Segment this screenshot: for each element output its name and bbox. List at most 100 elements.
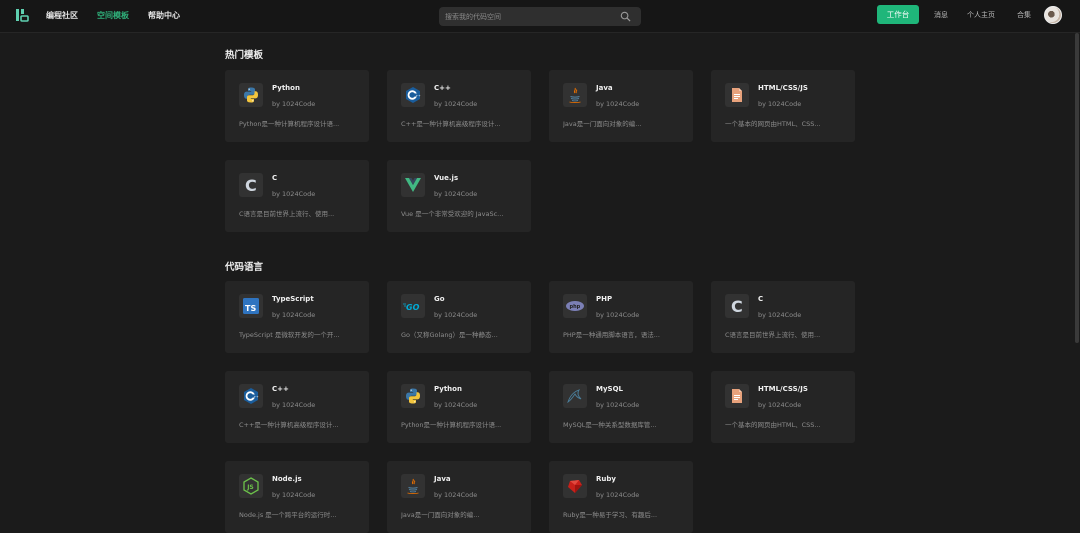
template-name: C <box>758 295 764 303</box>
template-description: Python是一种计算机程序设计语... <box>239 120 340 128</box>
template-card[interactable]: Java by 1024Code Java是一门面向对象的编... <box>387 461 531 533</box>
template-name: C++ <box>434 84 451 92</box>
template-name: Java <box>596 84 613 92</box>
typescript-icon: TS <box>239 294 263 318</box>
nav-item-templates[interactable]: 空间模板 <box>97 10 129 21</box>
profile-link[interactable]: 个人主页 <box>967 10 995 20</box>
section-title-languages: 代码语言 <box>225 262 264 273</box>
template-description: C语言是目前世界上流行、使用... <box>239 210 335 218</box>
template-author: by 1024Code <box>434 190 478 198</box>
template-name: Go <box>434 295 445 303</box>
template-author: by 1024Code <box>272 311 316 319</box>
template-description: C语言是目前世界上流行、使用... <box>725 331 821 339</box>
avatar[interactable] <box>1044 6 1062 24</box>
template-author: by 1024Code <box>272 190 316 198</box>
template-author: by 1024Code <box>596 311 640 319</box>
search-icon[interactable] <box>620 11 631 22</box>
template-description: Ruby是一种易于学习、有趣后... <box>563 511 658 519</box>
collection-link[interactable]: 合集 <box>1017 10 1031 20</box>
template-author: by 1024Code <box>434 100 478 108</box>
logo-icon[interactable] <box>15 8 29 22</box>
svg-text:++: ++ <box>416 93 422 97</box>
template-description: Python是一种计算机程序设计语... <box>401 421 502 429</box>
template-card[interactable]: php PHP by 1024Code PHP是一种通用脚本语言，语法... <box>549 281 693 353</box>
page-scrollbar[interactable] <box>1074 33 1080 522</box>
mysql-icon <box>563 384 587 408</box>
template-card[interactable]: Vue.js by 1024Code Vue 是一个非常受欢迎的 JavaSc... <box>387 160 531 232</box>
svg-text:C: C <box>731 297 743 316</box>
template-card[interactable]: HTML/CSS/JS by 1024Code 一个基本的网页由HTML、CSS..… <box>711 371 855 443</box>
template-name: Ruby <box>596 475 616 483</box>
template-author: by 1024Code <box>272 401 316 409</box>
template-card[interactable]: TS TypeScript by 1024Code TypeScript 是微软开发的… <box>225 281 369 353</box>
c-icon: C <box>725 294 749 318</box>
template-name: MySQL <box>596 385 623 393</box>
template-name: Python <box>434 385 462 393</box>
html-icon <box>725 384 749 408</box>
template-author: by 1024Code <box>434 491 478 499</box>
svg-text:JS: JS <box>246 484 254 491</box>
template-card[interactable]: HTML/CSS/JS by 1024Code 一个基本的网页由HTML、CSS..… <box>711 70 855 142</box>
template-name: TypeScript <box>272 295 314 303</box>
template-description: MySQL是一种关系型数据库管... <box>563 421 657 429</box>
nav-item-community[interactable]: 编程社区 <box>46 10 78 21</box>
template-description: PHP是一种通用脚本语言，语法... <box>563 331 660 339</box>
template-card[interactable]: Ruby by 1024Code Ruby是一种易于学习、有趣后... <box>549 461 693 533</box>
template-card[interactable]: C Cby 1024Code C语言是目前世界上流行、使用... <box>225 160 369 232</box>
template-name: HTML/CSS/JS <box>758 385 808 393</box>
template-description: TypeScript 是微软开发的一个开... <box>239 331 340 339</box>
svg-text:php: php <box>570 304 581 310</box>
cpp-icon: ++ <box>239 384 263 408</box>
messages-link[interactable]: 消息 <box>934 10 948 20</box>
template-author: by 1024Code <box>434 311 478 319</box>
template-name: Python <box>272 84 300 92</box>
nodejs-icon: JS <box>239 474 263 498</box>
template-name: PHP <box>596 295 613 303</box>
template-description: Vue 是一个非常受欢迎的 JavaSc... <box>401 210 504 218</box>
template-description: Node.js 是一个跨平台的运行时... <box>239 511 337 519</box>
template-description: C++是一种计算机高级程序设计... <box>239 421 339 429</box>
template-description: 一个基本的网页由HTML、CSS... <box>725 421 821 429</box>
python-icon <box>401 384 425 408</box>
java-icon <box>401 474 425 498</box>
template-name: HTML/CSS/JS <box>758 84 808 92</box>
template-card[interactable]: Python by 1024Code Python是一种计算机程序设计语... <box>225 70 369 142</box>
template-author: by 1024Code <box>758 311 802 319</box>
svg-text:++: ++ <box>254 394 260 398</box>
ruby-icon <box>563 474 587 498</box>
svg-text:GO: GO <box>406 303 420 312</box>
php-icon: php <box>563 294 587 318</box>
template-description: Go（又称Golang）是一种静态... <box>401 331 498 339</box>
search-input[interactable] <box>439 7 641 26</box>
template-card[interactable]: MySQL by 1024Code MySQL是一种关系型数据库管... <box>549 371 693 443</box>
python-icon <box>239 83 263 107</box>
scrollbar-thumb[interactable] <box>1075 33 1079 343</box>
svg-text:TS: TS <box>245 304 256 313</box>
template-card[interactable]: GO Go by 1024Code Go（又称Golang）是一种静态... <box>387 281 531 353</box>
main-nav: 编程社区 空间模板 帮助中心 <box>46 10 180 21</box>
template-name: Java <box>434 475 451 483</box>
template-description: C++是一种计算机高级程序设计... <box>401 120 501 128</box>
template-card[interactable]: C Cby 1024Code C语言是目前世界上流行、使用... <box>711 281 855 353</box>
workbench-button[interactable]: 工作台 <box>877 5 919 24</box>
template-card[interactable]: ++ C++ by 1024Code C++是一种计算机高级程序设计... <box>225 371 369 443</box>
template-card[interactable]: ++ C++ by 1024Code C++是一种计算机高级程序设计... <box>387 70 531 142</box>
cpp-icon: ++ <box>401 83 425 107</box>
template-author: by 1024Code <box>758 401 802 409</box>
template-author: by 1024Code <box>272 100 316 108</box>
top-navigation-bar: 编程社区 空间模板 帮助中心 工作台 消息 个人主页 合集 <box>0 0 1080 33</box>
template-card[interactable]: JS Node.js by 1024Code Node.js 是一个跨平台的运行时..… <box>225 461 369 533</box>
template-name: C++ <box>272 385 289 393</box>
template-name: Vue.js <box>434 174 459 182</box>
svg-text:C: C <box>245 176 257 195</box>
nav-item-help[interactable]: 帮助中心 <box>148 10 180 21</box>
section-title-popular: 热门模板 <box>225 50 264 61</box>
template-author: by 1024Code <box>596 100 640 108</box>
template-card[interactable]: Python by 1024Code Python是一种计算机程序设计语... <box>387 371 531 443</box>
vue-icon <box>401 173 425 197</box>
template-name: C <box>272 174 278 182</box>
template-card[interactable]: Java by 1024Code Java是一门面向对象的编... <box>549 70 693 142</box>
template-description: Java是一门面向对象的编... <box>401 511 480 519</box>
template-author: by 1024Code <box>758 100 802 108</box>
go-icon: GO <box>401 294 425 318</box>
